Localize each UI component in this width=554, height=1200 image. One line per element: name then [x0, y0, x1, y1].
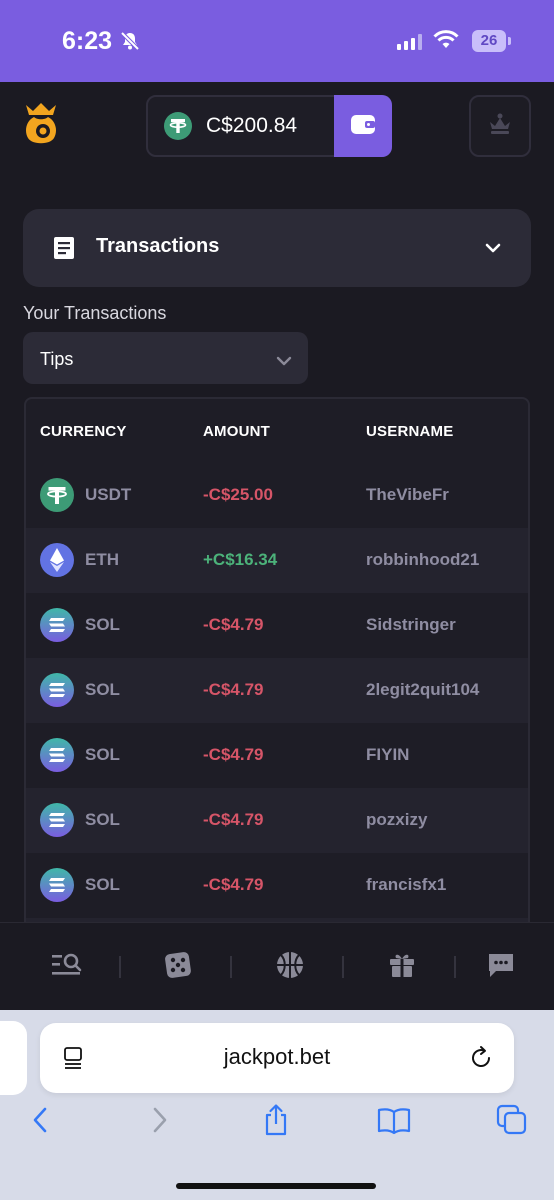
- sol-coin-icon: [40, 868, 74, 902]
- site-logo[interactable]: [22, 101, 60, 151]
- row-username[interactable]: FIYIN: [366, 745, 409, 765]
- address-bar[interactable]: jackpot.bet: [40, 1023, 514, 1093]
- nav-chat[interactable]: [483, 949, 519, 985]
- transaction-type-select[interactable]: Tips: [23, 332, 308, 384]
- bottom-nav: [0, 922, 554, 1012]
- status-bar: 6:23 26: [0, 0, 554, 82]
- bookmarks-button[interactable]: [376, 1104, 412, 1140]
- table-row: SOL -C$4.79 Sidstringer: [26, 593, 528, 658]
- url-text: jackpot.bet: [223, 1044, 331, 1069]
- tabs-button[interactable]: [494, 1104, 530, 1140]
- table-row: SOL -C$4.79 pozxizy: [26, 788, 528, 853]
- balance-box[interactable]: C$200.84: [146, 95, 392, 157]
- sol-coin-icon: [40, 803, 74, 837]
- crown-icon: [487, 112, 513, 140]
- nav-divider: [342, 956, 344, 978]
- your-transactions-label: Your Transactions: [23, 303, 167, 323]
- row-amount: -C$4.79: [203, 680, 264, 699]
- nav-sports[interactable]: [272, 949, 308, 985]
- transactions-title: Transactions: [96, 235, 220, 257]
- row-username[interactable]: francisfx1: [366, 875, 446, 895]
- wallet-icon: [349, 112, 377, 140]
- dice-icon: [163, 950, 193, 984]
- previous-tab-preview[interactable]: [0, 1021, 27, 1095]
- status-time: 6:23: [62, 27, 113, 55]
- row-currency: SOL: [85, 615, 120, 634]
- nav-search-menu[interactable]: [49, 949, 85, 985]
- row-currency: SOL: [85, 680, 120, 699]
- balance-amount: C$200.84: [206, 114, 298, 137]
- reload-icon[interactable]: [468, 1045, 494, 1075]
- row-currency: SOL: [85, 810, 120, 829]
- chevron-left-icon: [30, 1105, 50, 1139]
- nav-rewards[interactable]: [384, 949, 420, 985]
- forward-button[interactable]: [142, 1104, 178, 1140]
- eth-coin-icon: [40, 543, 74, 577]
- cellular-signal-icon: [397, 34, 422, 50]
- column-header-amount: AMOUNT: [203, 423, 271, 440]
- wallet-button[interactable]: [334, 95, 392, 157]
- row-currency: SOL: [85, 875, 120, 894]
- table-row: ETH +C$16.34 robbinhood21: [26, 528, 528, 593]
- home-indicator: [176, 1183, 376, 1189]
- wifi-icon: [433, 30, 459, 54]
- row-username[interactable]: 2legit2quit104: [366, 680, 479, 700]
- row-amount: +C$16.34: [203, 550, 278, 569]
- table-row: USDT -C$25.00 TheVibeFr: [26, 463, 528, 528]
- gift-icon: [387, 950, 417, 984]
- sol-coin-icon: [40, 608, 74, 642]
- usdt-coin-icon: [164, 112, 192, 144]
- bell-off-icon: [120, 31, 140, 55]
- share-button[interactable]: [258, 1104, 294, 1140]
- table-row: SOL -C$4.79 FIYIN: [26, 723, 528, 788]
- column-header-username: USERNAME: [366, 423, 454, 440]
- share-icon: [261, 1103, 291, 1141]
- column-header-currency: CURRENCY: [40, 423, 127, 440]
- row-currency: ETH: [85, 550, 119, 569]
- chevron-down-icon: [484, 240, 502, 259]
- table-header: CURRENCY AMOUNT USERNAME: [26, 399, 528, 463]
- search-menu-icon: [50, 951, 84, 983]
- nav-divider: [230, 956, 232, 978]
- nav-casino[interactable]: [160, 949, 196, 985]
- nav-divider: [119, 956, 121, 978]
- row-username[interactable]: TheVibeFr: [366, 485, 449, 505]
- usdt-coin-icon: [40, 478, 74, 512]
- row-username[interactable]: robbinhood21: [366, 550, 479, 570]
- row-currency: USDT: [85, 485, 132, 504]
- row-currency: SOL: [85, 745, 120, 764]
- tabs-icon: [496, 1104, 528, 1140]
- row-amount: -C$4.79: [203, 745, 264, 764]
- basketball-icon: [275, 950, 305, 984]
- book-icon: [376, 1105, 412, 1139]
- chat-icon: [486, 950, 516, 984]
- transactions-table: CURRENCY AMOUNT USERNAME USDT -C$25.00 T…: [24, 397, 530, 957]
- sol-coin-icon: [40, 673, 74, 707]
- row-username[interactable]: Sidstringer: [366, 615, 456, 635]
- row-amount: -C$4.79: [203, 810, 264, 829]
- document-icon: [54, 237, 74, 263]
- row-amount: -C$4.79: [203, 615, 264, 634]
- transactions-dropdown[interactable]: Transactions: [23, 209, 531, 287]
- row-amount: -C$25.00: [203, 485, 273, 504]
- chevron-down-icon: [275, 352, 293, 371]
- sol-coin-icon: [40, 738, 74, 772]
- profile-button[interactable]: [469, 95, 531, 157]
- row-amount: -C$4.79: [203, 875, 264, 894]
- battery-indicator: 26: [472, 30, 511, 52]
- chevron-right-icon: [150, 1105, 170, 1139]
- transaction-type-value: Tips: [40, 349, 74, 369]
- table-row: SOL -C$4.79 2legit2quit104: [26, 658, 528, 723]
- back-button[interactable]: [22, 1104, 58, 1140]
- row-username[interactable]: pozxizy: [366, 810, 427, 830]
- table-row: SOL -C$4.79 francisfx1: [26, 853, 528, 918]
- browser-toolbar: jackpot.bet: [0, 1010, 554, 1200]
- nav-divider: [454, 956, 456, 978]
